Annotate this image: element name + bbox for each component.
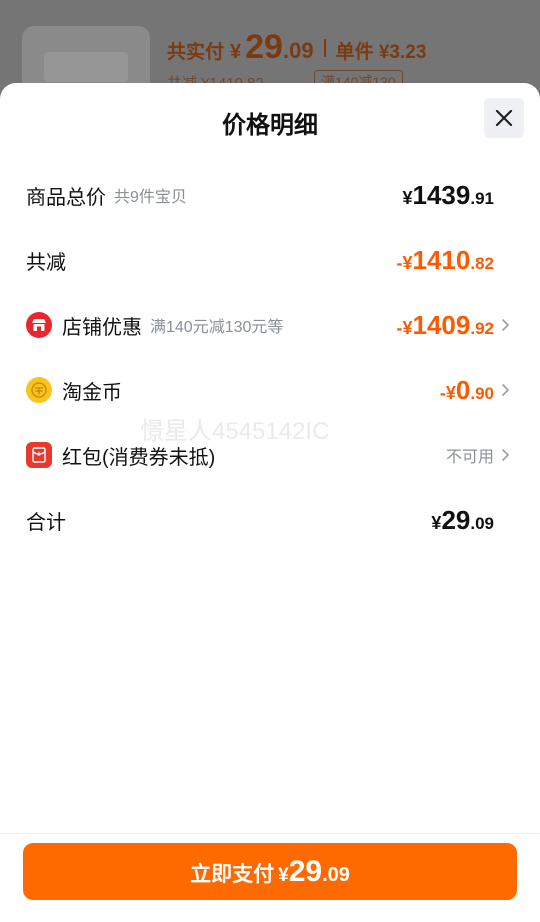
row-label: 合计 [26,511,66,534]
red-packet-status: 不可用 [445,449,494,466]
bg-price-dec: .09 [282,38,314,63]
yen-symbol: ¥ [402,187,413,208]
total-amount: ¥ 1439 .91 [403,180,495,211]
close-icon [495,109,513,127]
yen-symbol: ¥ [431,512,442,533]
amount-dec: .90 [470,383,494,403]
amount-dec: .82 [470,253,494,273]
amount-int: 1410 [412,244,471,275]
item-count: 共9件宝贝 [114,189,187,206]
bg-price-int: 29 [245,28,283,66]
bg-divider [323,38,326,57]
row-shop-discount[interactable]: 店铺优惠 满140元减130元等 -¥ 1409 .92 [26,305,514,345]
yen-symbol: -¥ [396,252,413,273]
shop-discount-amount: -¥ 1409 .92 [397,310,495,341]
footer-divider [0,833,540,834]
background-price-line: 共实付 ¥ 29 .09 单件 ¥3.23 [167,28,426,67]
row-label: 红包(消费券未抵) [62,446,216,469]
yen-symbol: ¥ [278,865,289,886]
chevron-right-icon [502,384,509,396]
yen-symbol: -¥ [439,382,456,403]
bg-price-label: 共实付 [167,42,225,63]
row-total-reduced: 共减 -¥ 1410 .82 [26,240,514,280]
gold-coin-amount: -¥ 0 .90 [440,375,494,406]
bg-yen: ¥ [230,41,242,63]
amount-int: 1439 [412,179,471,210]
chevron-right-icon [502,449,509,461]
row-sum: 合计 ¥ 29 .09 [26,500,514,540]
row-total-price: 商品总价 共9件宝贝 ¥ 1439 .91 [26,175,514,215]
amount-int: 29 [441,504,471,535]
sum-amount: ¥ 29 .09 [431,505,494,536]
price-detail-sheet: 价格明细 商品总价 共9件宝贝 ¥ 1439 .91 共减 -¥ 1410 .8… [0,83,540,922]
amount-dec: .92 [470,318,494,338]
chevron-right-icon [502,319,509,331]
yen-symbol: -¥ [396,317,413,338]
red-packet-icon [26,442,52,468]
row-label: 店铺优惠 [62,316,142,339]
reduced-amount: -¥ 1410 .82 [397,245,495,276]
bg-unit-price: 单件 ¥3.23 [335,42,427,63]
amount-dec: .91 [470,188,494,208]
row-label: 商品总价 [26,186,106,209]
shop-icon [26,312,52,338]
row-label: 淘金币 [62,381,122,404]
amount-int: 1409 [412,309,471,340]
row-label: 共减 [26,251,66,274]
pay-button-label: 立即支付 [190,863,275,886]
sheet-title: 价格明细 [222,112,318,139]
amount-dec: .09 [470,513,494,533]
pay-now-button[interactable]: 立即支付 ¥ 29 .09 [23,843,517,900]
gold-coin-icon [26,377,52,403]
pay-amount-int: 29 [288,855,323,888]
pay-amount-dec: .09 [322,864,350,886]
close-button[interactable] [484,98,524,138]
shop-discount-detail: 满140元减130元等 [150,319,284,336]
row-red-packet[interactable]: 红包(消费券未抵) 不可用 [26,435,514,475]
amount-int: 0 [455,374,471,405]
row-gold-coin[interactable]: 淘金币 -¥ 0 .90 [26,370,514,410]
